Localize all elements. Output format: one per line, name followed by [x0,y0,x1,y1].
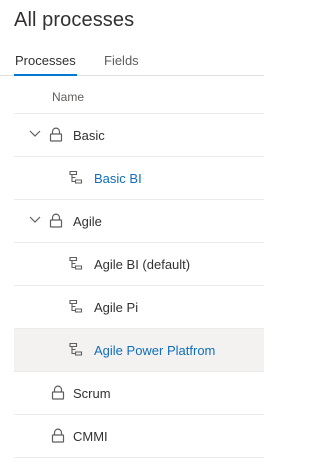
process-row-basic[interactable]: Basic [14,114,264,157]
process-row-basic-bi[interactable]: Basic BI [14,157,264,200]
chevron-down-icon[interactable] [29,129,41,139]
process-name[interactable]: Basic BI [94,171,142,186]
lock-icon [51,428,65,443]
process-name: Agile Pi [94,300,139,315]
process-row-agile-power-platform[interactable]: Agile Power Platfrom [14,329,264,372]
process-name: Basic [73,128,105,143]
process-row-agile-pi[interactable]: Agile Pi [14,286,264,329]
process-name[interactable]: Agile Power Platfrom [94,343,215,358]
tab-bar: Processes Fields [0,50,264,76]
lock-icon [49,127,63,142]
inherited-process-icon [69,256,83,270]
process-row-agile[interactable]: Agile [14,200,264,243]
process-row-agile-bi[interactable]: Agile BI (default) [14,243,264,286]
inherited-process-icon [69,170,83,184]
process-row-cmmi[interactable]: CMMI [14,415,264,458]
process-name: Scrum [73,386,111,401]
column-header-name[interactable]: Name [52,90,84,104]
page-title: All processes [14,9,135,31]
lock-icon [49,213,63,228]
lock-icon [51,385,65,400]
chevron-down-icon[interactable] [29,215,41,225]
process-name: Agile [73,214,102,229]
process-row-scrum[interactable]: Scrum [14,372,264,415]
inherited-process-icon [69,299,83,313]
process-name: Agile BI (default) [94,257,191,272]
tab-processes[interactable]: Processes [14,53,77,76]
inherited-process-icon [69,342,83,356]
process-name: CMMI [73,429,108,444]
tab-fields[interactable]: Fields [104,53,139,68]
